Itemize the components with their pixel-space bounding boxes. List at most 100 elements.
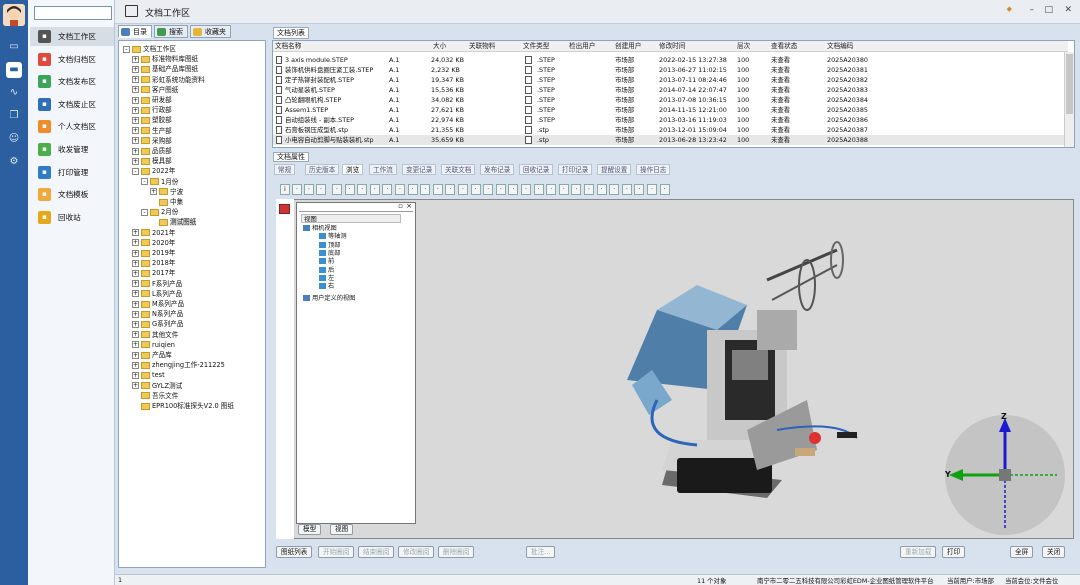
tree-node[interactable]: + N系列产品	[132, 309, 183, 319]
view-node[interactable]: 后	[319, 266, 334, 275]
bottom-left-button-5[interactable]: 批注...	[526, 546, 556, 558]
tree-node[interactable]: +2018年	[132, 258, 175, 268]
expand-icon[interactable]: +	[132, 229, 139, 237]
toolbar-render-icon[interactable]: ·	[558, 184, 569, 195]
toolbar-zoom-window-icon[interactable]: ·	[407, 184, 418, 195]
expand-icon[interactable]: +	[132, 371, 139, 379]
toolbar-wire-icon[interactable]: ·	[571, 184, 582, 195]
bottom-left-button-1[interactable]: 开始圈阅	[318, 546, 355, 558]
tab-view[interactable]: 视图	[330, 524, 354, 535]
close-button[interactable]: ✕	[1064, 5, 1072, 15]
toolbar-explode-icon[interactable]: ·	[521, 184, 531, 195]
tree-node[interactable]: + 塑胶部	[132, 115, 172, 125]
tree-node[interactable]: + 品质部	[132, 146, 172, 156]
toolbar-zoom-out-icon[interactable]: ·	[382, 184, 393, 195]
table-row[interactable]: 自动组装线 - 副本.STEP A.1 22,974 KB .STEP 市场部 2013-…	[273, 115, 1068, 125]
expand-icon[interactable]: +	[132, 361, 139, 369]
view-node[interactable]: 前	[319, 258, 334, 266]
nav-item-2[interactable]: ▪ 文档发布区	[30, 72, 114, 91]
tree-node[interactable]: +2019年	[132, 248, 175, 258]
toolbar-box-icon[interactable]: ·	[508, 184, 519, 195]
toolbar-hide-icon[interactable]: ·	[533, 184, 544, 195]
bottom-left-button-3[interactable]: 修改圈阅	[398, 546, 435, 558]
collapse-icon[interactable]: -	[141, 208, 148, 216]
chart-icon[interactable]: ∿	[6, 85, 22, 101]
tree-node[interactable]: + 客户图纸	[132, 85, 178, 95]
expand-icon[interactable]: +	[132, 280, 139, 288]
nav-search-input[interactable]	[34, 6, 112, 20]
users-icon[interactable]: ☺	[6, 131, 22, 147]
doc-list-scrollbar[interactable]	[1064, 52, 1074, 147]
tree-node[interactable]: - 1月份	[141, 177, 178, 187]
table-row[interactable]: 定子热铆封装配机.STEP A.1 19,347 KB .STEP 市场部 2013-07…	[273, 75, 1068, 85]
toolbar-hand-icon[interactable]: ·	[470, 184, 481, 195]
expand-icon[interactable]: +	[132, 65, 139, 73]
toolbar-fit-icon[interactable]: ·	[395, 184, 405, 195]
toolbar-print-icon[interactable]: ·	[304, 184, 314, 195]
column-header[interactable]: 文件类型	[523, 41, 549, 52]
copy-icon[interactable]: ❐	[6, 108, 22, 124]
expand-icon[interactable]: +	[132, 137, 139, 145]
gear-icon[interactable]: ⚙	[6, 154, 22, 170]
maximize-button[interactable]: □	[1044, 5, 1053, 15]
tree-node[interactable]: +2020年	[132, 238, 175, 248]
tree-node[interactable]: 中集	[150, 197, 183, 207]
view-node[interactable]: 右	[319, 283, 334, 291]
props-tab-6[interactable]: 发布记录	[480, 164, 515, 175]
toolbar-reset-icon[interactable]: ·	[445, 184, 456, 195]
expand-icon[interactable]: +	[132, 259, 139, 267]
expand-icon[interactable]: +	[132, 351, 139, 359]
table-row[interactable]: 凸轮翻眼机构.STEP A.1 34,082 KB .STEP 市场部 2013-07-0…	[273, 95, 1068, 105]
column-header[interactable]: 创建用户	[615, 41, 641, 52]
tab-favorites[interactable]: 收藏夹	[190, 25, 231, 38]
table-row[interactable]: 装饰机供料盘圈压紧工装.STEP A.1 2,232 KB .STEP 市场部 2013-…	[273, 65, 1068, 75]
tree-node[interactable]: + 彩虹系统功能资料	[132, 75, 205, 85]
viewer-tree-pin-icon[interactable]: ▫	[398, 202, 403, 210]
table-row[interactable]: 小电容自动剪脚与贴装装机.stp A.1 35,659 KB .stp 市场部 2013-…	[273, 135, 1068, 145]
expand-icon[interactable]: +	[132, 300, 139, 308]
view-node[interactable]: 顶部	[319, 241, 340, 250]
collapse-icon[interactable]: -	[123, 45, 130, 53]
tree-node[interactable]: + 行政部	[132, 105, 172, 115]
column-header[interactable]: 文档名称	[275, 41, 301, 52]
tree-node[interactable]: + F系列产品	[132, 279, 182, 289]
viewer-tree-close-icon[interactable]: ×	[406, 202, 412, 210]
tree-node[interactable]: + 标准物料库图纸	[132, 54, 198, 64]
bottom-right-button-2[interactable]: 全屏	[1010, 546, 1034, 558]
tab-directory[interactable]: 目录	[118, 25, 152, 38]
tree-node[interactable]: + 采购部	[132, 136, 172, 146]
props-tab-2[interactable]: 浏览	[342, 164, 364, 175]
table-row[interactable]: Assem1.STEP A.1 27,621 KB .STEP 市场部 2014-11-1…	[273, 105, 1068, 115]
table-row[interactable]: 石膏板钢压成型机.stp A.1 21,355 KB .stp 市场部 2013-12-0…	[273, 125, 1068, 135]
expand-icon[interactable]: +	[132, 249, 139, 257]
view-node[interactable]: 等轴测	[319, 233, 347, 241]
avatar[interactable]	[3, 4, 25, 26]
tree-node[interactable]: EPR100标准探头V2.0 图纸	[132, 401, 234, 411]
bottom-left-button-4[interactable]: 删除圈阅	[438, 546, 475, 558]
props-tab-8[interactable]: 打印记录	[558, 164, 593, 175]
view-node[interactable]: 相机视图	[303, 225, 337, 233]
viewer-tree-panel[interactable]: ▫ × 视图 相机视图 等轴测 顶部 底部前后左右用户定义的视图	[296, 202, 416, 524]
toolbar-zoom-in-icon[interactable]: ·	[369, 184, 380, 195]
column-header[interactable]: 查看状态	[771, 41, 797, 52]
nav-item-0[interactable]: ▪ 文档工作区	[30, 27, 114, 46]
bottom-right-button-1[interactable]: 打印	[942, 546, 966, 558]
toolbar-info-icon[interactable]: i	[280, 184, 290, 195]
expand-icon[interactable]: +	[132, 269, 139, 277]
nav-item-5[interactable]: ▪ 收发管理	[30, 140, 114, 159]
tree-node[interactable]: + 宁波	[150, 187, 183, 197]
expand-icon[interactable]: +	[132, 341, 139, 349]
expand-icon[interactable]: +	[132, 127, 139, 135]
tree-node[interactable]: - 文档工作区	[123, 44, 176, 54]
toolbar-light-icon[interactable]: ·	[483, 184, 494, 195]
folder-tree[interactable]: - 文档工作区 + 标准物料库图纸 + 基础产品库图纸 + 彩虹系统功能资料 + 客户图纸 + 研发部…	[118, 40, 266, 568]
doc-list-table[interactable]: 文档名称 大小 关联物料 文件类型 检出用户 创建用户 修改时间 层次 查看状态 文档编码 3 a…	[272, 40, 1075, 148]
tree-node[interactable]: - 2022年	[132, 166, 175, 176]
toolbar-pan-icon[interactable]: ·	[432, 184, 443, 195]
tree-node[interactable]: +2017年	[132, 268, 175, 278]
props-tab-9[interactable]: 提醒设置	[597, 164, 632, 175]
expand-icon[interactable]: +	[132, 116, 139, 124]
tree-node[interactable]: - 2月份	[141, 207, 178, 217]
nav-item-3[interactable]: ▪ 文档废止区	[30, 95, 114, 114]
props-tab-5[interactable]: 关联文档	[441, 164, 476, 175]
